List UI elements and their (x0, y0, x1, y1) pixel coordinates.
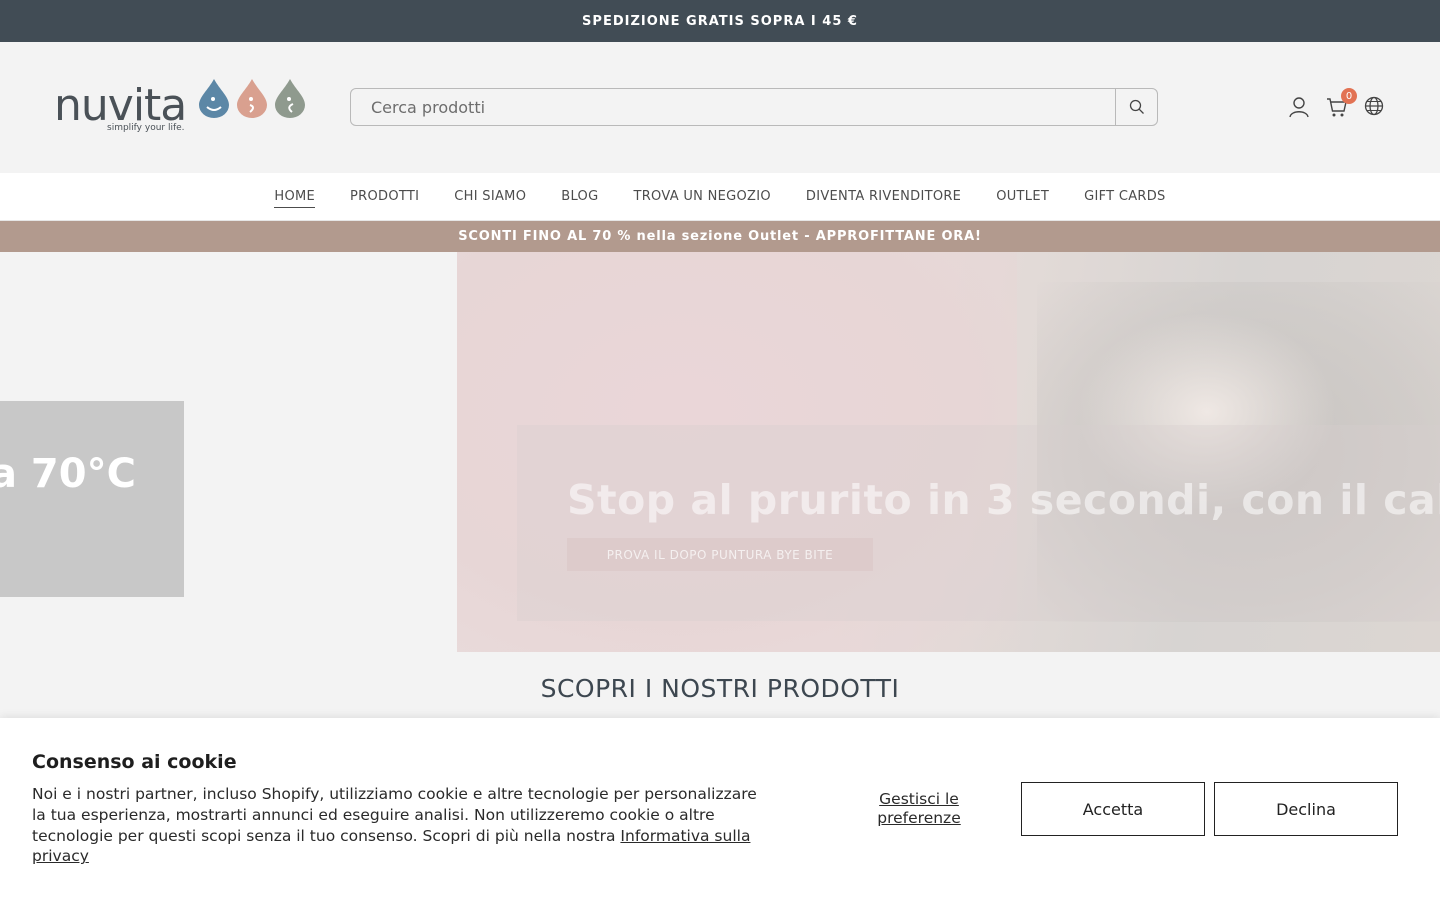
search-icon (1129, 99, 1144, 114)
globe-icon (1364, 96, 1384, 116)
site-header: nuvita simplify your life. Cerca prodott… (0, 42, 1440, 173)
account-button[interactable] (1288, 96, 1310, 118)
nav-item-blog[interactable]: BLOG (544, 187, 616, 207)
nav-item-label: OUTLET (996, 188, 1050, 204)
drop-blue-icon (199, 79, 229, 118)
search-button[interactable] (1115, 89, 1157, 125)
previous-slide-card[interactable]: a 70°C (0, 401, 184, 597)
nav-item-diventa-rivenditore[interactable]: DIVENTA RIVENDITORE (788, 187, 978, 207)
manage-preferences-link[interactable]: Gestisci le preferenze (860, 790, 978, 828)
user-icon (1289, 97, 1309, 118)
nav-item-trova-negozio[interactable]: TROVA UN NEGOZIO (616, 187, 788, 207)
nav-item-home[interactable]: HOME (257, 187, 333, 208)
nav-item-label: GIFT CARDS (1084, 188, 1166, 204)
previous-slide-text: a 70°C (0, 451, 136, 497)
nav-item-label: DIVENTA RIVENDITORE (805, 188, 962, 204)
nav-item-chi-siamo[interactable]: CHI SIAMO (437, 187, 544, 207)
language-button[interactable] (1364, 96, 1386, 118)
nav-item-label: CHI SIAMO (454, 188, 527, 204)
hero-title: Stop al prurito in 3 secondi, con il cal… (567, 476, 1440, 524)
cart-button[interactable]: 0 (1326, 88, 1357, 118)
cart-count-badge: 0 (1341, 88, 1357, 104)
shipping-banner-text: SPEDIZIONE GRATIS SOPRA I 45 € (582, 13, 858, 29)
main-nav: HOME PRODOTTI CHI SIAMO BLOG TROVA UN NE… (0, 173, 1440, 221)
accept-button[interactable]: Accetta (1021, 782, 1205, 836)
search-input[interactable] (351, 89, 1115, 125)
decline-button[interactable]: Declina (1214, 782, 1398, 836)
logo[interactable]: nuvita simplify your life. (54, 78, 310, 140)
nav-item-outlet[interactable]: OUTLET (979, 187, 1067, 207)
drop-gray-icon (275, 79, 305, 118)
hero-slider: Stop al prurito in 3 secondi, con il cal… (0, 252, 1440, 652)
nav-item-label: TROVA UN NEGOZIO (633, 188, 771, 204)
nav-item-label: BLOG (561, 188, 599, 204)
logo-tagline: simplify your life. (107, 123, 185, 133)
shipping-banner: SPEDIZIONE GRATIS SOPRA I 45 € (0, 0, 1440, 42)
hero-cta-button[interactable]: PROVA IL DOPO PUNTURA BYE BITE (567, 538, 873, 571)
cookie-consent-banner: Consenso ai cookie Noi e i nostri partne… (0, 718, 1440, 900)
cookie-title: Consenso ai cookie (32, 751, 237, 773)
drop-pink-icon (237, 79, 267, 118)
header-icons: 0 (1288, 88, 1386, 118)
nav-item-label: HOME (274, 188, 316, 208)
cookie-body: Noi e i nostri partner, incluso Shopify,… (32, 784, 762, 867)
promo-text: SCONTI FINO AL 70 % nella sezione Outlet… (458, 229, 982, 244)
nav-item-prodotti[interactable]: PRODOTTI (333, 187, 437, 207)
outlet-promo-banner[interactable]: SCONTI FINO AL 70 % nella sezione Outlet… (0, 221, 1440, 252)
search-bar (350, 88, 1158, 126)
section-title: SCOPRI I NOSTRI PRODOTTI (540, 674, 900, 703)
nav-item-label: PRODOTTI (350, 188, 420, 204)
nav-item-gift-cards[interactable]: GIFT CARDS (1067, 187, 1184, 207)
